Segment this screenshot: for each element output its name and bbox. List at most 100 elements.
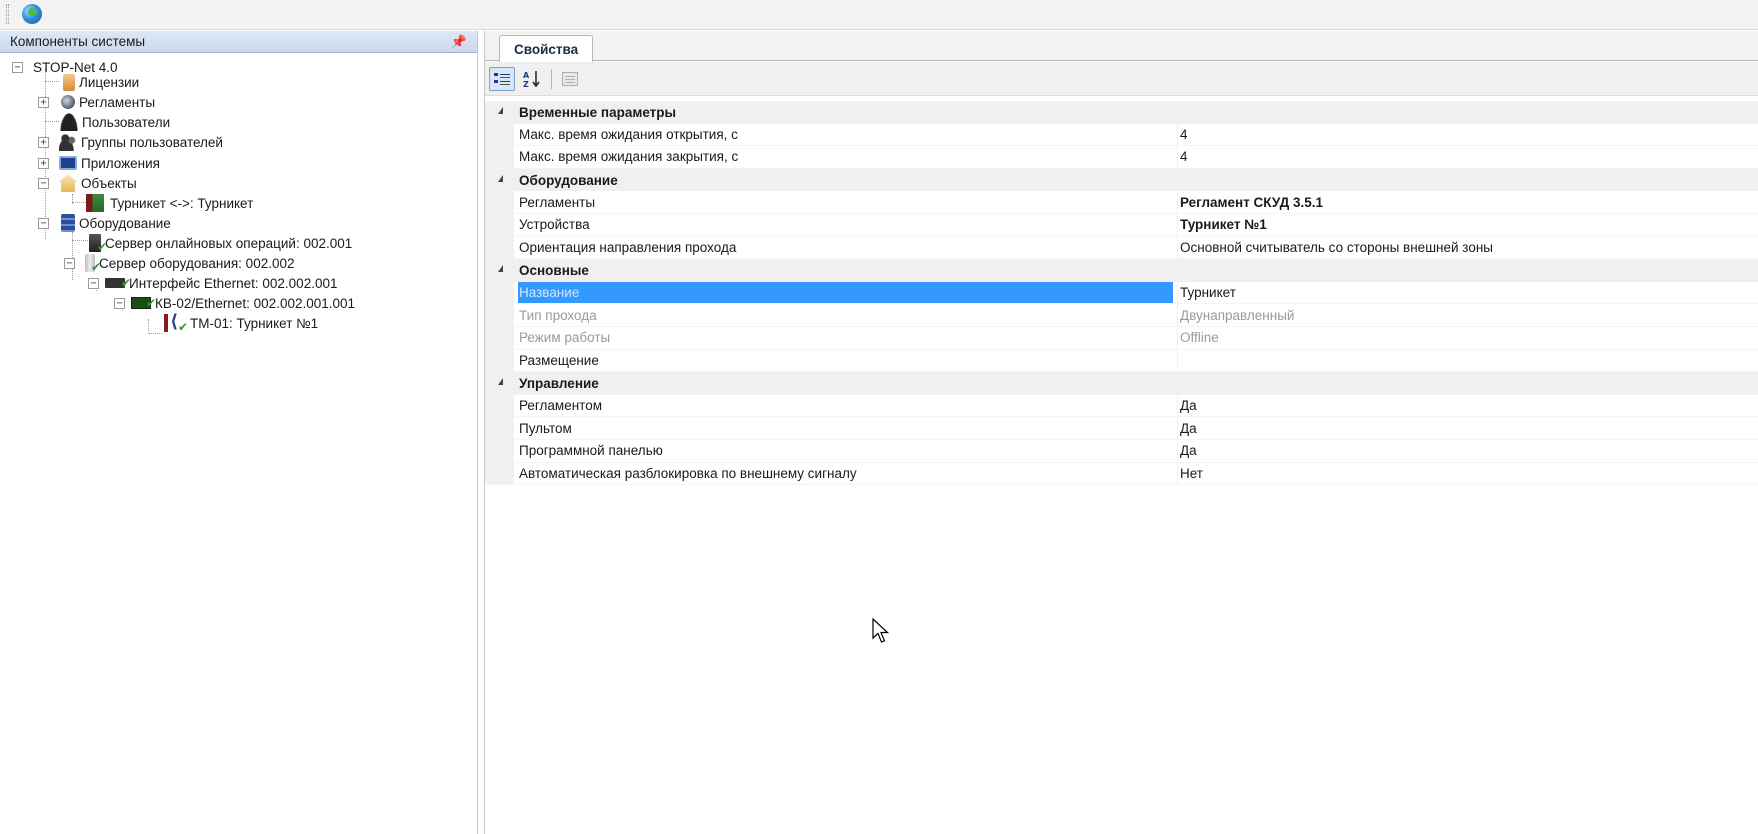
user-icon	[60, 113, 78, 131]
property-value[interactable]: 4	[1177, 123, 1758, 146]
tree-node-label: ТМ-01: Турникет №1	[190, 315, 319, 331]
main-toolbar	[0, 0, 1758, 30]
property-value[interactable]: Нет	[1177, 462, 1758, 485]
turnstile-device-icon: ✔	[164, 311, 188, 334]
property-value[interactable]: Да	[1177, 417, 1758, 439]
tree-node-tm01[interactable]: ✔ ТМ-01: Турникет №1	[164, 311, 319, 334]
category-row[interactable]: Временные параметры	[485, 101, 1758, 124]
equipment-icon	[61, 214, 75, 232]
property-grid: Временные параметры Макс. время ожидания…	[485, 101, 1758, 486]
svg-text:A: A	[523, 71, 530, 80]
alpha-sort-icon: A Z	[523, 71, 540, 88]
toolbar-grip[interactable]	[6, 4, 9, 24]
controller-board-icon: ✔	[131, 296, 156, 310]
category-title: Временные параметры	[519, 104, 677, 120]
property-value[interactable]: 4	[1177, 146, 1758, 168]
tree-node-kb02[interactable]: − ✔ КВ-02/Ethernet: 002.002.001.001	[114, 293, 355, 313]
property-value[interactable]: Да	[1177, 394, 1758, 417]
property-value[interactable]: Основной считыватель со стороны внешней …	[1177, 236, 1758, 259]
categorized-button[interactable]	[489, 67, 515, 91]
alpha-sort-button[interactable]: A Z	[519, 67, 545, 91]
svg-text:Z: Z	[523, 80, 529, 88]
property-pages-button[interactable]	[557, 67, 583, 91]
expand-toggle[interactable]: +	[38, 157, 49, 169]
category-title: Оборудование	[519, 172, 618, 188]
ok-check-icon: ✔	[90, 260, 101, 274]
property-name: Программной панелью	[519, 443, 663, 459]
tab-label: Свойства	[514, 41, 579, 57]
tree-node-user-groups[interactable]: + Группы пользователей	[38, 132, 223, 152]
property-row[interactable]: Макс. время ожидания открытия, с 4	[485, 123, 1758, 147]
panel-header: Компоненты системы 📌	[0, 31, 477, 53]
panel-title: Компоненты системы	[10, 34, 146, 49]
collapse-toggle[interactable]: −	[64, 257, 75, 269]
property-row[interactable]: Регламентом Да	[485, 394, 1758, 418]
tree-node-turnstile-object[interactable]: Турникет <->: Турникет	[86, 193, 255, 213]
collapse-triangle-icon[interactable]	[498, 265, 503, 273]
collapse-toggle[interactable]: −	[38, 177, 49, 189]
pin-icon[interactable]: 📌	[451, 34, 467, 50]
tree-node-label: Пользователи	[82, 114, 171, 130]
category-row[interactable]: Управление	[485, 372, 1758, 395]
property-value[interactable]: Турникет №1	[1177, 213, 1758, 236]
property-row[interactable]: Пультом Да	[485, 417, 1758, 440]
tree-node-online-server[interactable]: ✔ Сервер онлайновых операций: 002.001	[86, 233, 353, 254]
category-row[interactable]: Основные	[485, 259, 1758, 282]
collapse-toggle[interactable]: −	[88, 277, 99, 289]
tree-node-apps[interactable]: + Приложения	[38, 153, 160, 173]
property-value[interactable]: Регламент СКУД 3.5.1	[1177, 191, 1758, 213]
tree-node-label: Интерфейс Ethernet: 002.002.001	[129, 275, 338, 291]
user-group-icon	[59, 133, 77, 151]
property-row[interactable]: Макс. время ожидания закрытия, с 4	[485, 146, 1758, 169]
collapse-triangle-icon[interactable]	[498, 174, 503, 182]
collapse-triangle-icon[interactable]	[498, 378, 503, 386]
property-value[interactable]: Турникет	[1177, 281, 1758, 304]
property-name: Макс. время ожидания открытия, с	[519, 126, 738, 142]
tree-node-label: Турникет <->: Турникет	[110, 195, 254, 211]
tree-node-reglaments[interactable]: + Регламенты	[38, 92, 155, 112]
property-name: Ориентация направления прохода	[519, 239, 737, 255]
property-row[interactable]: Ориентация направления прохода Основной …	[485, 236, 1758, 260]
property-row[interactable]: Устройства Турникет №1	[485, 213, 1758, 237]
tree-node-licenses[interactable]: Лицензии	[60, 72, 139, 92]
property-row[interactable]: Размещение	[485, 349, 1758, 373]
tree-node-label: Сервер онлайновых операций: 002.001	[105, 235, 353, 251]
property-name: Размещение	[519, 352, 599, 368]
property-value[interactable]	[1177, 349, 1758, 372]
property-pages-icon	[562, 72, 578, 86]
collapse-toggle[interactable]: −	[12, 61, 23, 73]
globe-icon[interactable]	[22, 4, 42, 24]
property-value: Offline	[1177, 326, 1758, 349]
expand-toggle[interactable]: +	[38, 96, 49, 108]
property-row[interactable]: Автоматическая разблокировка по внешнему…	[485, 462, 1758, 486]
tree-node-ethernet-interface[interactable]: − ✔ Интерфейс Ethernet: 002.002.001	[88, 273, 337, 293]
collapse-toggle[interactable]: −	[114, 297, 125, 309]
property-row-selected[interactable]: Название Турникет	[485, 281, 1758, 305]
expand-toggle[interactable]: +	[38, 136, 49, 148]
tree-node-label: Сервер оборудования: 002.002	[99, 255, 295, 271]
property-name: Регламентом	[519, 398, 602, 414]
property-value[interactable]: Да	[1177, 439, 1758, 462]
property-name: Пультом	[519, 420, 572, 436]
category-row[interactable]: Оборудование	[485, 168, 1758, 192]
property-row[interactable]: Программной панелью Да	[485, 439, 1758, 463]
properties-toolbar: A Z	[485, 62, 1758, 96]
property-row[interactable]: Тип прохода Двунаправленный	[485, 304, 1758, 327]
tree-node-users[interactable]: Пользователи	[60, 112, 170, 132]
property-row[interactable]: Регламенты Регламент СКУД 3.5.1	[485, 191, 1758, 214]
collapse-toggle[interactable]: −	[38, 217, 49, 229]
server-icon: ✔	[89, 234, 107, 254]
property-name: Макс. время ожидания закрытия, с	[519, 149, 739, 165]
tree-node-equipment[interactable]: − Оборудование	[38, 213, 171, 233]
property-value: Двунаправленный	[1177, 304, 1758, 326]
network-card-icon: ✔	[105, 276, 131, 290]
collapse-triangle-icon[interactable]	[498, 107, 503, 114]
tree-node-equipment-server[interactable]: − ✔ Сервер оборудования: 002.002	[64, 253, 295, 274]
application-icon	[59, 156, 77, 170]
reglament-icon	[61, 95, 75, 109]
tab-properties[interactable]: Свойства	[499, 35, 594, 62]
properties-panel: Свойства A Z Временные параметры Макс. в…	[484, 31, 1758, 834]
property-row[interactable]: Режим работы Offline	[485, 326, 1758, 350]
property-name: Режим работы	[519, 330, 611, 346]
tree-node-objects[interactable]: − Объекты	[38, 173, 137, 193]
